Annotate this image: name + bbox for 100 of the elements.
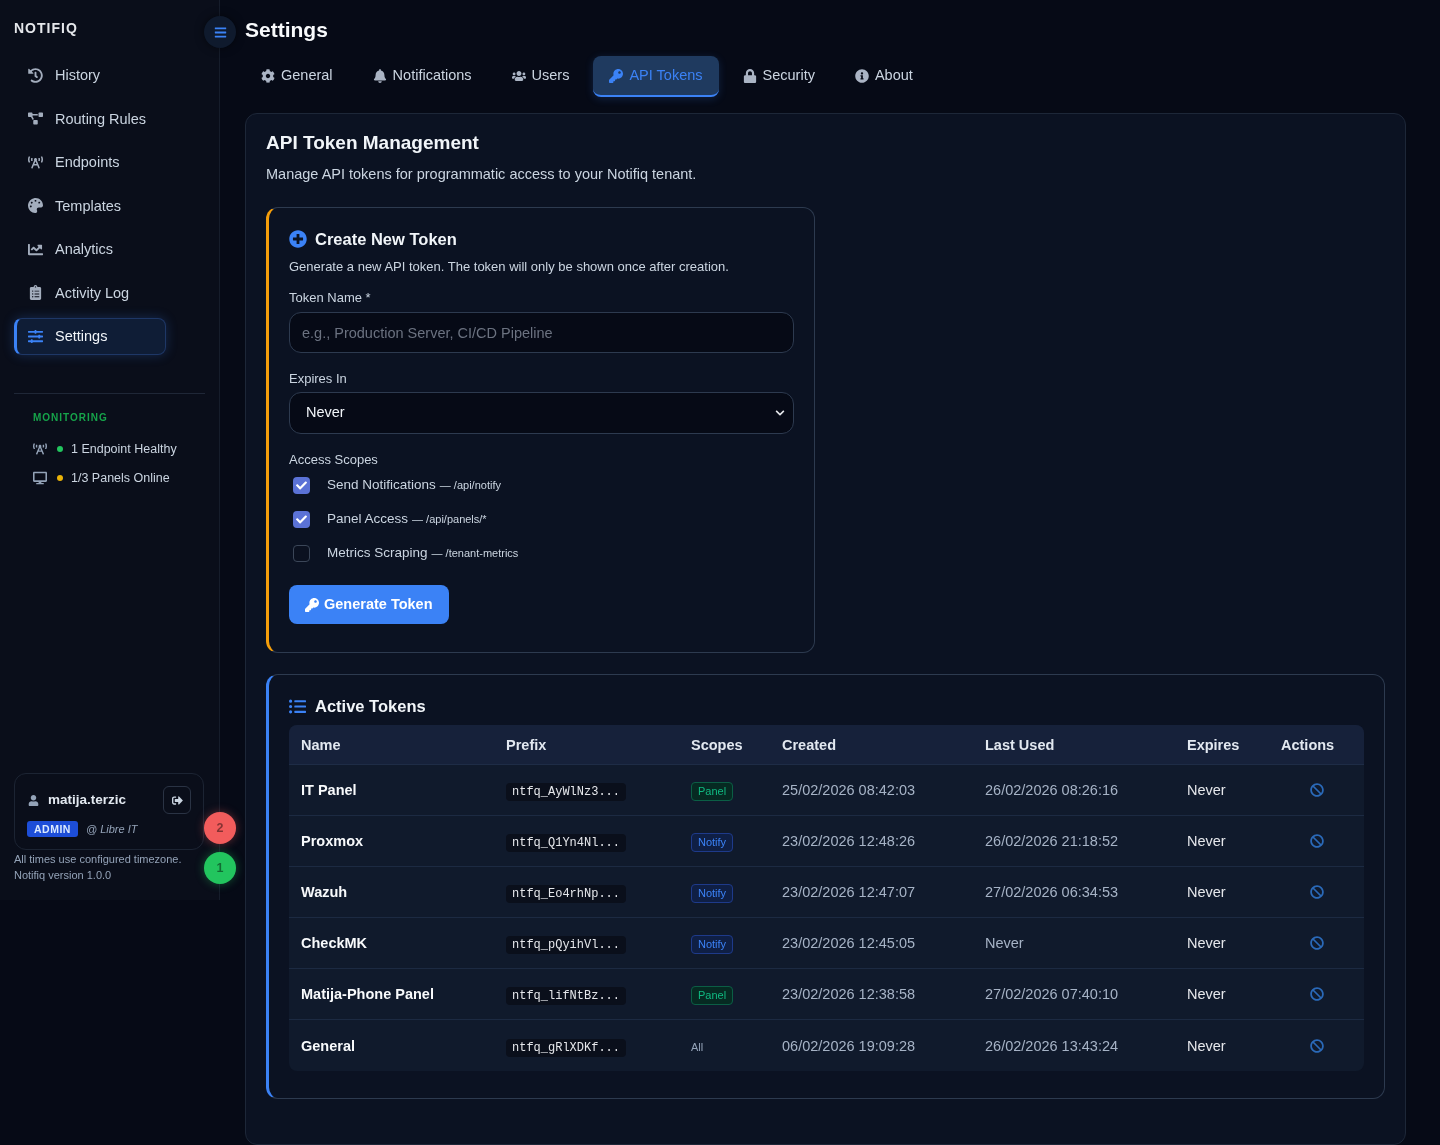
- diagram-icon: [28, 111, 43, 126]
- token-prefix: ntfq_Q1Yn4Nl...: [506, 834, 627, 852]
- table-cell: Never: [1187, 1037, 1226, 1054]
- line-chart-icon: [28, 241, 43, 257]
- scope-badge: Panel: [691, 986, 734, 1005]
- table-cell: 23/02/2026 12:47:07: [782, 884, 916, 900]
- scope-path: — /tenant-metrics: [431, 546, 519, 560]
- nav-item[interactable]: Analytics: [14, 230, 166, 268]
- tab[interactable]: Notifications: [356, 56, 488, 97]
- table-cell: 27/02/2026 06:34:53: [985, 884, 1119, 900]
- table-cell: Never: [1187, 782, 1226, 798]
- token-prefix: ntfq_Eo4rhNp...: [506, 885, 627, 903]
- token-name: Wazuh: [301, 884, 348, 900]
- user-icon: [28, 794, 39, 806]
- token-name: General: [301, 1037, 355, 1054]
- section-heading: MONITORING: [33, 411, 108, 425]
- antenna-icon: [28, 154, 43, 170]
- table-cell: Never: [1187, 935, 1226, 951]
- scope-path: — /api/panels/*: [412, 512, 487, 526]
- scope-label: Send Notifications: [327, 476, 436, 494]
- tab[interactable]: Users: [495, 56, 586, 97]
- brand-logo: NOTIFIQ: [14, 19, 78, 37]
- ban-icon[interactable]: [1309, 885, 1324, 899]
- scope-badge: Notify: [691, 935, 734, 954]
- card-description: Generate a new API token. The token will only be shown once after creation.: [289, 258, 729, 276]
- clipboard-icon: [28, 285, 43, 300]
- checkbox[interactable]: [293, 544, 310, 562]
- palette-icon: [28, 198, 43, 213]
- antenna-icon: [33, 442, 47, 456]
- key-icon: [305, 597, 319, 612]
- scope-badge: Notify: [691, 833, 734, 852]
- menu-button[interactable]: [204, 16, 236, 48]
- tab[interactable]: Security: [726, 56, 831, 97]
- generate-token-button[interactable]: Generate Token: [289, 585, 449, 624]
- column-header: Prefix: [506, 736, 547, 753]
- tab[interactable]: About: [838, 56, 929, 97]
- nav-item[interactable]: Routing Rules: [14, 100, 166, 137]
- nav-item[interactable]: History: [14, 56, 166, 94]
- table-cell: 23/02/2026 12:45:05: [782, 935, 916, 951]
- token-name: IT Panel: [301, 782, 357, 798]
- ban-icon[interactable]: [1309, 783, 1324, 797]
- role-badge: ADMIN: [27, 821, 78, 837]
- table-cell: 06/02/2026 19:09:28: [782, 1037, 916, 1054]
- table-cell: 23/02/2026 12:48:26: [782, 833, 916, 849]
- token-prefix: ntfq_lifNtBz...: [506, 987, 627, 1005]
- checkbox[interactable]: [293, 510, 310, 528]
- check-icon: [296, 513, 307, 525]
- ban-icon[interactable]: [1309, 1038, 1324, 1053]
- organization-name: @ Libre IT: [85, 822, 138, 836]
- token-name: CheckMK: [301, 935, 368, 951]
- panel-subtitle: Manage API tokens for programmatic access to your Notifiq tenant.: [266, 165, 697, 184]
- table-cell: Never: [1187, 833, 1226, 849]
- table-cell: 23/02/2026 12:38:58: [782, 986, 916, 1002]
- lock-icon: [742, 68, 757, 83]
- logout-icon: [171, 794, 183, 806]
- info-icon: [854, 68, 869, 83]
- username: matija.terzic: [48, 791, 127, 809]
- ban-icon[interactable]: [1309, 987, 1324, 1001]
- nav-item[interactable]: Templates: [14, 187, 166, 224]
- key-icon: [609, 68, 624, 83]
- bell-icon: [372, 68, 387, 83]
- table-cell: Never: [1187, 986, 1226, 1002]
- scope-path: — /api/notify: [439, 478, 501, 492]
- ban-icon[interactable]: [1309, 834, 1324, 848]
- check-icon: [296, 479, 307, 491]
- expires-select[interactable]: Never: [289, 392, 794, 434]
- menu-icon: [213, 25, 227, 39]
- panel-title: API Token Management: [266, 131, 479, 155]
- users-icon: [511, 68, 526, 83]
- table-cell: 27/02/2026 07:40:10: [985, 986, 1119, 1002]
- list-icon: [289, 697, 306, 715]
- card-title: Create New Token: [315, 229, 457, 250]
- token-name-input[interactable]: e.g., Production Server, CI/CD Pipeline: [289, 312, 794, 353]
- token-prefix: ntfq_gRlXDKf...: [506, 1038, 627, 1057]
- page-title: Settings: [245, 17, 328, 43]
- table-cell: Never: [1187, 884, 1226, 900]
- footer-note: Notifiq version 1.0.0: [14, 868, 112, 883]
- tab[interactable]: General: [245, 56, 349, 97]
- sliders-icon: [28, 328, 43, 344]
- field-label: Token Name *: [289, 289, 371, 307]
- nav-item[interactable]: Endpoints: [14, 143, 166, 181]
- nav-item[interactable]: Settings: [14, 317, 166, 355]
- token-prefix: ntfq_AyWlNz3...: [506, 783, 627, 801]
- scope-label: Metrics Scraping: [327, 544, 428, 562]
- plus-icon: [289, 230, 307, 248]
- scope-badge: Notify: [691, 884, 734, 903]
- gear-icon: [261, 68, 275, 83]
- column-header: Scopes: [691, 736, 743, 753]
- ban-icon[interactable]: [1309, 936, 1324, 950]
- token-name: Matija-Phone Panel: [301, 986, 434, 1002]
- status-text: 1/3 Panels Online: [71, 470, 170, 486]
- chevron-down-icon: [775, 408, 785, 418]
- column-header: Created: [782, 736, 836, 753]
- column-header: Expires: [1187, 736, 1240, 753]
- checkbox[interactable]: [293, 476, 310, 494]
- table-cell: 26/02/2026 13:43:24: [985, 1037, 1119, 1054]
- scope-badge: Panel: [691, 782, 734, 801]
- nav-item[interactable]: Activity Log: [14, 274, 166, 311]
- monitor-icon: [33, 471, 47, 485]
- logout-button[interactable]: [163, 786, 191, 814]
